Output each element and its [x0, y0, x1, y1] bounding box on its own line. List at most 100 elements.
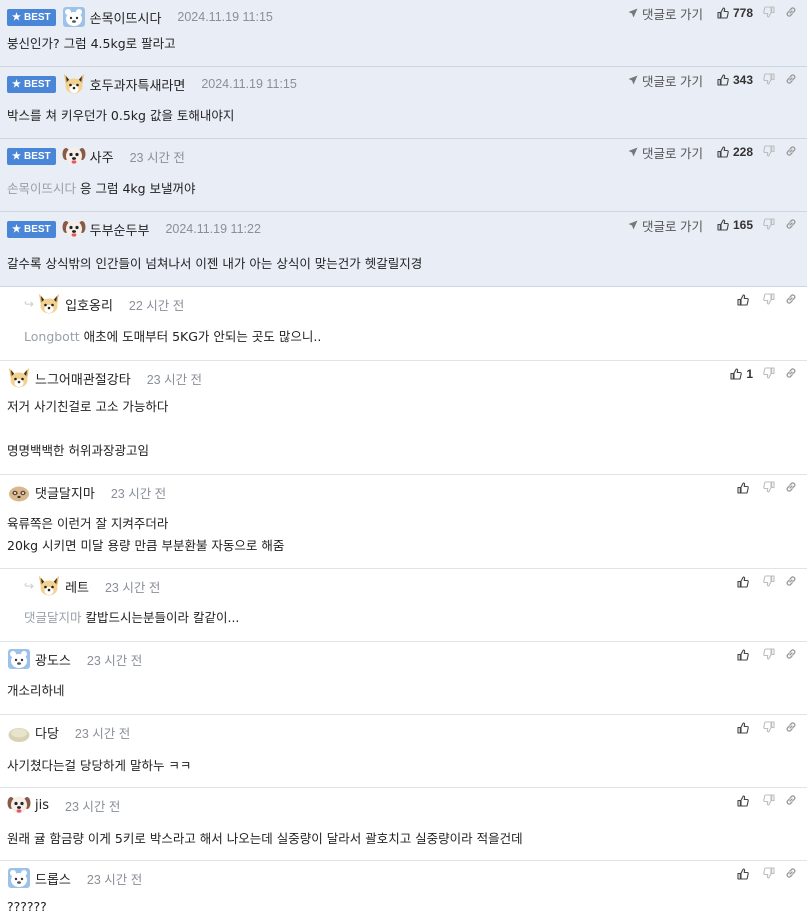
thumbs-down-icon	[763, 720, 775, 736]
thumbs-up-icon	[737, 722, 749, 734]
thumbs-up-icon	[717, 219, 729, 231]
dislike-button[interactable]	[763, 292, 775, 308]
like-count: 343	[732, 73, 753, 87]
timestamp: 23 시간 전	[86, 872, 143, 887]
dislike-button[interactable]	[763, 720, 775, 736]
comment-body: 원래 귤 함금량 이게 5키로 박스라고 해서 나오는데 실중량이 달라서 괄호…	[7, 828, 797, 850]
nickname[interactable]: 느그어매관절강타	[35, 369, 131, 388]
star-icon: ★	[12, 150, 21, 162]
thumbs-up-icon	[717, 146, 729, 158]
thumbs-down-icon	[763, 366, 775, 382]
like-button[interactable]: 778	[717, 6, 753, 20]
reply-comment: ↪ 입호옹리 22 시간 전 Longbott 애초에 도매부터 5KG가 안되는 곳도…	[0, 287, 807, 361]
comment-list: ★ BEST 손목이뜨시다 2024.11.19 11:15 댓글로 가기 778 붕신인가…	[0, 0, 807, 924]
dislike-button[interactable]	[763, 866, 775, 882]
thumbs-up-icon	[737, 649, 749, 661]
bear-icon	[62, 7, 86, 31]
thumbs-down-icon	[763, 793, 775, 809]
nickname[interactable]: 드롭스	[35, 869, 71, 888]
comment-header: 댓글달지마 23 시간 전	[7, 480, 166, 504]
go-to-reply-link[interactable]: 댓글로 가기	[628, 4, 703, 23]
nickname[interactable]: 레트	[65, 577, 89, 596]
avatar[interactable]	[7, 721, 31, 743]
nickname[interactable]: jis	[35, 798, 49, 813]
avatar[interactable]	[62, 145, 86, 167]
like-button[interactable]: 228	[717, 145, 753, 159]
copy-link-button[interactable]	[785, 575, 797, 590]
dislike-button[interactable]	[763, 5, 775, 21]
dislike-button[interactable]	[763, 366, 775, 382]
like-count: 778	[732, 6, 753, 20]
comment-line: 저거 사기친걸로 고소 가능하다	[7, 399, 169, 414]
comment-line: 갈수록 상식밖의 인간들이 넘쳐나서 이젠 내가 아는 상식이 맞는건가 헷갈릴…	[7, 256, 423, 271]
like-button[interactable]: 343	[717, 73, 753, 87]
comment-body: 댓글달지마 칼밥드시는분들이라 칼같이...	[24, 607, 797, 629]
dislike-button[interactable]	[763, 72, 775, 88]
copy-link-button[interactable]	[785, 293, 797, 308]
thumbs-up-icon	[737, 482, 749, 494]
nickname[interactable]: 호두과자특새라면	[90, 75, 186, 94]
avatar[interactable]	[7, 367, 31, 389]
like-button[interactable]	[737, 795, 753, 807]
nickname[interactable]: 손목이뜨시다	[90, 8, 162, 27]
go-to-reply-link[interactable]: 댓글로 가기	[628, 216, 703, 235]
nickname[interactable]: 두부순두부	[90, 220, 150, 239]
like-button[interactable]	[737, 576, 753, 588]
like-button[interactable]	[737, 868, 753, 880]
thumbs-down-icon	[763, 5, 775, 21]
dislike-button[interactable]	[763, 144, 775, 160]
dislike-button[interactable]	[763, 217, 775, 233]
avatar[interactable]	[7, 794, 31, 816]
nickname[interactable]: 입호옹리	[65, 295, 113, 314]
avatar[interactable]	[7, 867, 31, 889]
mention-name[interactable]: 손목이뜨시다	[7, 181, 76, 196]
avatar[interactable]	[7, 648, 31, 670]
copy-link-button[interactable]	[785, 648, 797, 663]
go-to-reply-link[interactable]: 댓글로 가기	[628, 71, 703, 90]
avatar[interactable]	[62, 6, 86, 28]
comment-actions: 댓글로 가기 778	[628, 4, 797, 22]
copy-link-button[interactable]	[785, 6, 797, 21]
nickname[interactable]: 댓글달지마	[35, 483, 95, 502]
comment-actions	[737, 865, 797, 883]
avatar[interactable]	[7, 481, 31, 503]
comment-actions	[737, 479, 797, 497]
like-button[interactable]	[737, 649, 753, 661]
mention-name[interactable]: 댓글달지마	[24, 610, 82, 625]
copy-link-button[interactable]	[785, 367, 797, 382]
comment-actions	[737, 291, 797, 309]
copy-link-button[interactable]	[785, 73, 797, 88]
like-button[interactable]	[737, 294, 753, 306]
nickname[interactable]: 광도스	[35, 650, 71, 669]
timestamp: 23 시간 전	[129, 150, 185, 165]
copy-link-button[interactable]	[785, 145, 797, 160]
comment-body: 붕신인가? 그럼 4.5kg로 팔라고	[7, 33, 797, 55]
go-to-reply-link[interactable]: 댓글로 가기	[628, 143, 703, 162]
comment-line: 붕신인가? 그럼 4.5kg로 팔라고	[7, 36, 176, 51]
copy-link-button[interactable]	[785, 218, 797, 233]
best-badge: ★ BEST	[7, 220, 56, 238]
comment-actions: 댓글로 가기 165	[628, 216, 797, 234]
like-button[interactable]	[737, 722, 753, 734]
nickname[interactable]: 사주	[90, 147, 114, 166]
dislike-button[interactable]	[763, 574, 775, 590]
copy-link-button[interactable]	[785, 721, 797, 736]
like-button[interactable]: 1	[730, 367, 753, 381]
copy-link-button[interactable]	[785, 867, 797, 882]
nickname[interactable]: 다당	[35, 723, 59, 742]
avatar[interactable]	[62, 218, 86, 240]
copy-link-button[interactable]	[785, 481, 797, 496]
dislike-button[interactable]	[763, 647, 775, 663]
dislike-button[interactable]	[763, 793, 775, 809]
comment-header: ↪ 레트 23 시간 전	[24, 574, 160, 598]
copy-link-button[interactable]	[785, 794, 797, 809]
like-button[interactable]	[737, 482, 753, 494]
avatar[interactable]	[62, 73, 86, 95]
send-arrow-icon	[628, 220, 638, 230]
dislike-button[interactable]	[763, 480, 775, 496]
avatar[interactable]	[37, 575, 61, 597]
like-button[interactable]: 165	[717, 218, 753, 232]
avatar[interactable]	[37, 293, 61, 315]
mention-name[interactable]: Longbott	[24, 329, 80, 344]
comment-line	[7, 418, 797, 440]
